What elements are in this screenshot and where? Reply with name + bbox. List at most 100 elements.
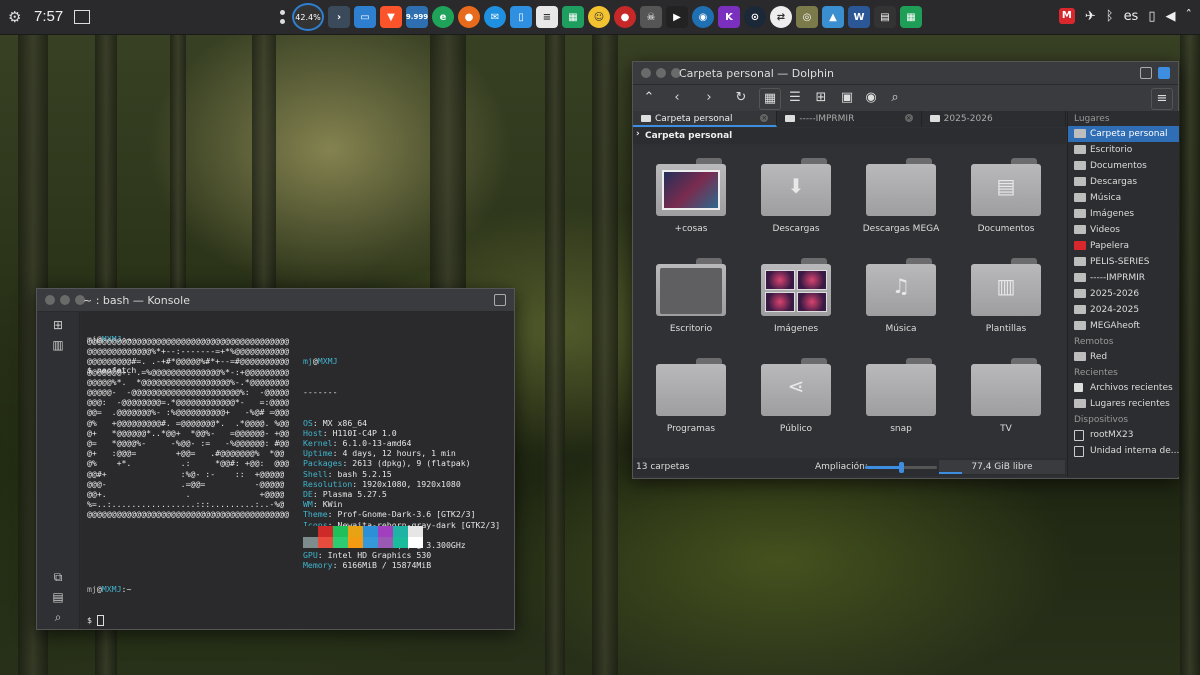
game-icon[interactable]: ☠ — [640, 6, 662, 28]
sheets-icon[interactable]: ▦ — [900, 6, 922, 28]
places-item[interactable]: Lugares recientes — [1068, 396, 1179, 412]
sync-icon[interactable]: ⇄ — [770, 6, 792, 28]
terminal-icon[interactable]: › — [328, 6, 350, 28]
folder-item[interactable]: ▥ Plantillas — [956, 258, 1056, 334]
folder-item[interactable]: Escritorio — [641, 258, 741, 334]
clock[interactable]: 7:57 — [34, 8, 63, 25]
preview-icon[interactable]: ▣ — [837, 88, 857, 108]
app-launcher-icon[interactable]: ⚙ — [8, 9, 24, 25]
bluetooth-icon[interactable]: ᛒ — [1106, 9, 1114, 24]
details-view-icon[interactable]: ⊞ — [811, 88, 831, 108]
edge-icon[interactable]: e — [432, 6, 454, 28]
mega-icon[interactable]: M — [1058, 8, 1075, 24]
up-icon[interactable]: ⌃ — [639, 88, 659, 108]
icons-view-icon[interactable]: ▦ — [759, 88, 781, 110]
places-item[interactable]: Imágenes — [1068, 206, 1179, 222]
hamburger-menu-icon[interactable]: ≡ — [1151, 88, 1173, 110]
folder-item[interactable]: ♫ Música — [851, 258, 951, 334]
tab-imprmir[interactable]: -----IMPRMIR × — [777, 111, 922, 127]
word-icon[interactable]: W — [848, 6, 870, 28]
reload-icon[interactable]: ↻ — [731, 88, 751, 108]
places-item[interactable]: Carpeta personal — [1068, 126, 1179, 142]
split-view-icon[interactable]: ▥ — [51, 338, 65, 352]
forward-icon[interactable]: › — [699, 88, 719, 108]
pager-icon[interactable] — [276, 6, 288, 28]
brave-icon[interactable]: ▼ — [380, 6, 402, 28]
clipboard-icon[interactable]: ▯ — [1148, 9, 1155, 24]
system-monitor-icon[interactable]: ▤ — [874, 6, 896, 28]
folder-item[interactable]: ⬇ Descargas — [746, 158, 846, 234]
places-item[interactable]: MEGAheoft — [1068, 318, 1179, 334]
copy-icon[interactable]: ⧉ — [51, 570, 65, 584]
places-item[interactable]: Videos — [1068, 222, 1179, 238]
image-viewer-icon[interactable]: ▲ — [822, 6, 844, 28]
places-item[interactable]: Archivos recientes — [1068, 380, 1179, 396]
places-item[interactable]: Escritorio — [1068, 142, 1179, 158]
paste-icon[interactable]: ▤ — [51, 590, 65, 604]
places-item[interactable]: Música — [1068, 190, 1179, 206]
cpu-monitor[interactable]: 42.4% — [292, 3, 324, 31]
minimize-button[interactable] — [656, 68, 666, 78]
keyboard-layout[interactable]: es — [1124, 9, 1139, 24]
volume-icon[interactable]: ◀ — [1166, 9, 1176, 24]
close-button[interactable] — [45, 295, 55, 305]
folder-item[interactable]: Descargas MEGA — [851, 158, 951, 234]
search-icon[interactable]: ⌕ — [885, 88, 905, 108]
network-icon[interactable]: ✈ — [1085, 9, 1096, 24]
photo-app-icon[interactable]: ◎ — [796, 6, 818, 28]
restore-button[interactable] — [1140, 67, 1152, 79]
restore-button[interactable] — [494, 294, 506, 306]
dolphin-titlebar[interactable]: Carpeta personal — Dolphin — [633, 62, 1178, 85]
tab-carpeta-personal[interactable]: Carpeta personal × — [633, 111, 778, 127]
file-manager-icon[interactable]: ▭ — [354, 6, 376, 28]
compact-view-icon[interactable]: ☰ — [785, 88, 805, 108]
konsole-titlebar[interactable]: ~ : bash — Konsole — [37, 289, 514, 312]
places-item[interactable]: rootMX23 — [1068, 427, 1179, 443]
show-desktop-icon[interactable] — [74, 10, 90, 24]
places-item-label: Unidad interna de... — [1090, 446, 1179, 456]
places-item[interactable]: Papelera — [1068, 238, 1179, 254]
back-icon[interactable]: ‹ — [667, 88, 687, 108]
emoji-icon[interactable]: ☺ — [588, 6, 610, 28]
minimize-button[interactable] — [60, 295, 70, 305]
places-item[interactable]: Documentos — [1068, 158, 1179, 174]
places-item[interactable]: PELIS-SERIES — [1068, 254, 1179, 270]
video-editor-icon[interactable]: ▶ — [666, 6, 688, 28]
folder-item[interactable]: TV — [956, 358, 1056, 434]
free-space-indicator[interactable]: 77,4 GiB libre — [939, 460, 1065, 474]
thunderbird-icon[interactable]: ✉ — [484, 6, 506, 28]
places-item[interactable]: 2025-2026 — [1068, 286, 1179, 302]
folder-item[interactable]: Imágenes — [746, 258, 846, 334]
new-tab-icon[interactable]: ⊞ — [51, 318, 65, 332]
spreadsheet-icon[interactable]: ▦ — [562, 6, 584, 28]
places-item[interactable]: Descargas — [1068, 174, 1179, 190]
firefox-icon[interactable]: ● — [458, 6, 480, 28]
cherry-icon[interactable]: ● — [614, 6, 636, 28]
folder-item[interactable]: Programas — [641, 358, 741, 434]
hidden-files-icon[interactable]: ◉ — [861, 88, 881, 108]
places-item[interactable]: 2024-2025 — [1068, 302, 1179, 318]
kdenlive-icon[interactable]: K — [718, 6, 740, 28]
places-item[interactable]: -----IMPRMIR — [1068, 270, 1179, 286]
zoom-slider[interactable] — [865, 462, 937, 473]
steam-icon[interactable]: ⊙ — [744, 6, 766, 28]
breadcrumb[interactable]: Carpeta personal — [633, 128, 1066, 144]
folder-item[interactable]: ⋖ Público — [746, 358, 846, 434]
folder-item[interactable]: ▤ Documentos — [956, 158, 1056, 234]
close-tab-icon[interactable]: × — [904, 114, 913, 122]
close-button[interactable] — [641, 68, 651, 78]
tray-expand-icon[interactable]: ˆ — [1186, 9, 1193, 24]
folder-item[interactable]: snap — [851, 358, 951, 434]
vpn-icon[interactable]: ◉ — [692, 6, 714, 28]
docs-icon[interactable]: ▯ — [510, 6, 532, 28]
mail-icon[interactable]: 9.999 — [406, 6, 428, 28]
text-editor-icon[interactable]: ≡ — [536, 6, 558, 28]
keep-above-button[interactable] — [1158, 67, 1170, 79]
tab-2025-2026[interactable]: 2025-2026 — [922, 111, 1066, 127]
search-icon[interactable]: ⌕ — [51, 610, 65, 624]
close-tab-icon[interactable]: × — [760, 114, 769, 122]
terminal-output[interactable]: mj@MXMJ:~ $ neofetch @@@@@@@@@@@@@@@@@@@… — [81, 312, 514, 629]
places-item[interactable]: Red — [1068, 349, 1179, 365]
folder-item[interactable]: +cosas — [641, 158, 741, 234]
places-item[interactable]: Unidad interna de... — [1068, 443, 1179, 459]
